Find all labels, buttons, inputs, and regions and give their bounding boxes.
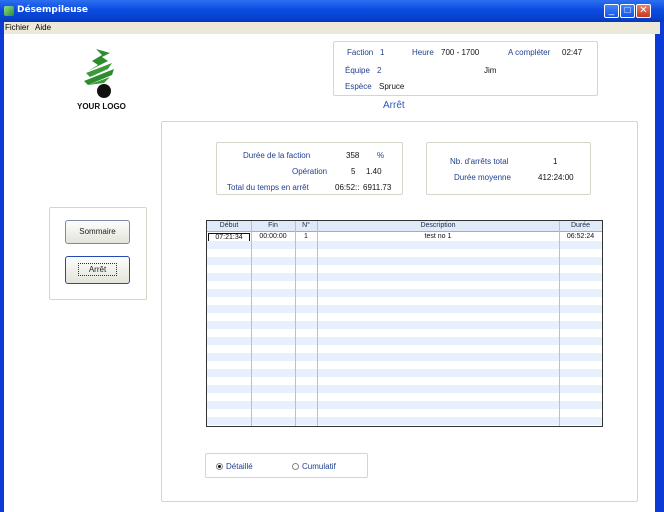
table-row-empty[interactable]: [207, 377, 602, 385]
col-duree[interactable]: Durée: [559, 222, 602, 229]
table-row-empty[interactable]: [207, 241, 602, 249]
col-no[interactable]: N°: [295, 222, 317, 229]
acompleter-label: A compléter: [508, 48, 551, 57]
col-divider: [559, 221, 560, 426]
sommaire-button-label: Sommaire: [79, 227, 116, 236]
equipe-value: 2: [377, 66, 382, 75]
section-title: Arrêt: [383, 100, 405, 111]
espece-label: Espèce: [345, 82, 372, 91]
table-row-empty[interactable]: [207, 345, 602, 353]
radio-detaille[interactable]: Détaillé: [216, 462, 253, 471]
sommaire-button[interactable]: Sommaire: [65, 220, 130, 244]
col-description[interactable]: Description: [317, 222, 559, 229]
table-row-empty[interactable]: [207, 393, 602, 401]
header-info-panel: Faction 1 Heure 700 - 1700 A compléter 0…: [333, 41, 598, 96]
operator-name: Jim: [484, 66, 497, 75]
table-header: Début Fin N° Description Durée: [207, 221, 602, 232]
table-row-empty[interactable]: [207, 401, 602, 409]
cell-description: test no 1: [424, 233, 452, 240]
table-row-empty[interactable]: [207, 305, 602, 313]
table-row-empty[interactable]: [207, 297, 602, 305]
table-row-empty[interactable]: [207, 361, 602, 369]
maximize-button[interactable]: □: [620, 4, 635, 18]
table-row[interactable]: 07:21:34 00:00:00 1 test no 1 06:52:24: [207, 233, 602, 242]
col-fin[interactable]: Fin: [251, 222, 295, 229]
col-divider: [251, 221, 252, 426]
stats-panel-left: Durée de la faction 358 % Opération 5 1.…: [216, 142, 403, 195]
title-bar[interactable]: Désempileuse _ □ ✕: [0, 0, 664, 22]
equipe-label: Équipe: [345, 66, 370, 75]
espece-value: Spruce: [379, 82, 405, 91]
app-icon: [4, 6, 14, 16]
table-row-empty[interactable]: [207, 273, 602, 281]
faction-label: Faction: [347, 48, 374, 57]
duree-faction-label: Durée de la faction: [243, 151, 311, 160]
duree-faction-value: 358: [346, 151, 360, 160]
heure-value: 700 - 1700: [441, 48, 480, 57]
table-row-empty[interactable]: [207, 321, 602, 329]
window-title: Désempileuse: [17, 5, 88, 15]
logo-text: YOUR LOGO: [77, 102, 126, 111]
table-row-empty[interactable]: [207, 281, 602, 289]
operation-value: 5: [351, 167, 356, 176]
table-row-empty[interactable]: [207, 313, 602, 321]
stats-panel-right: Nb. d'arrêts total 1 Durée moyenne 412:2…: [426, 142, 591, 195]
faction-value: 1: [380, 48, 385, 57]
operation-value2: 1.40: [366, 167, 382, 176]
cell-fin: 00:00:00: [259, 233, 287, 240]
table-row-empty[interactable]: [207, 369, 602, 377]
menu-fichier[interactable]: Fichier: [5, 23, 29, 32]
tree-logo-icon: [84, 49, 114, 98]
table-row-empty[interactable]: [207, 385, 602, 393]
cell-no: 1: [304, 233, 308, 240]
duree-moyenne-label: Durée moyenne: [454, 173, 511, 182]
duree-faction-unit: %: [377, 151, 385, 160]
arret-button-label: Arrêt: [77, 263, 118, 276]
table-row-empty[interactable]: [207, 417, 602, 425]
duree-moyenne-value: 412:24:00: [538, 173, 574, 182]
total-arret-label: Total du temps en arrêt: [227, 183, 309, 192]
radio-cumulatif[interactable]: Cumulatif: [292, 462, 336, 471]
view-mode-group: Détaillé Cumulatif: [205, 453, 368, 478]
table-row-empty[interactable]: [207, 265, 602, 273]
col-divider: [317, 221, 318, 426]
menu-bar: Fichier Aide: [4, 22, 660, 34]
table-row-empty[interactable]: [207, 337, 602, 345]
total-arret-value2: 6911.73: [363, 183, 392, 192]
radio-selected-icon: [216, 463, 223, 470]
table-row-empty[interactable]: [207, 353, 602, 361]
heure-label: Heure: [412, 48, 434, 57]
table-row-empty[interactable]: [207, 257, 602, 265]
table-row-empty[interactable]: [207, 329, 602, 337]
col-divider: [295, 221, 296, 426]
table-row-empty[interactable]: [207, 289, 602, 297]
minimize-button[interactable]: _: [604, 4, 619, 18]
close-button[interactable]: ✕: [636, 4, 651, 18]
radio-detaille-label: Détaillé: [226, 462, 253, 471]
arret-button[interactable]: Arrêt: [65, 256, 130, 284]
cell-duree: 06:52:24: [566, 233, 595, 240]
radio-cumulatif-label: Cumulatif: [302, 462, 336, 471]
nb-arrets-label: Nb. d'arrêts total: [450, 157, 509, 166]
stops-table[interactable]: Début Fin N° Description Durée 07:21:34 …: [206, 220, 603, 427]
nb-arrets-value: 1: [553, 157, 558, 166]
menu-aide[interactable]: Aide: [35, 23, 51, 32]
radio-unselected-icon: [292, 463, 299, 470]
operation-label: Opération: [292, 167, 328, 176]
table-row-empty[interactable]: [207, 409, 602, 417]
acompleter-value: 02:47: [562, 48, 583, 57]
col-debut[interactable]: Début: [207, 222, 251, 229]
total-arret-value: 06:52::: [335, 183, 360, 192]
table-row-empty[interactable]: [207, 249, 602, 257]
app-window: Désempileuse _ □ ✕ Fichier Aide YOUR LOG…: [0, 0, 664, 512]
